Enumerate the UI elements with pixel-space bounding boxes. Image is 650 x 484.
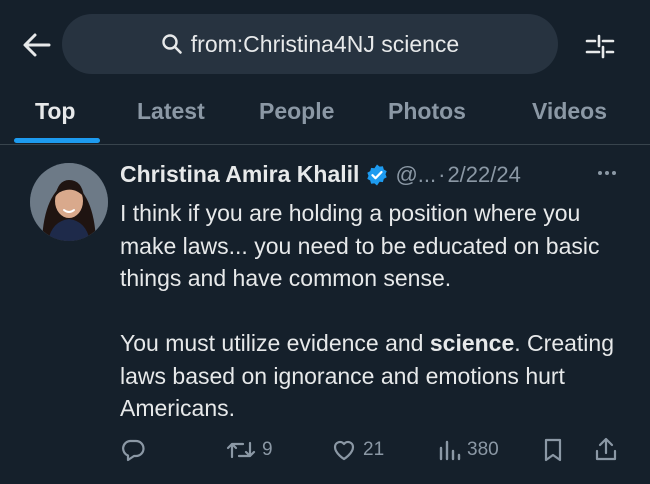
views-icon bbox=[439, 440, 461, 461]
search-term-highlight: science bbox=[429, 330, 515, 356]
active-tab-indicator bbox=[14, 138, 100, 143]
meta-separator: · bbox=[438, 161, 446, 187]
tweet[interactable]: Christina Amira Khalil @... · 2/22/24 I … bbox=[0, 145, 650, 484]
tweet-actions: 9 21 380 bbox=[0, 435, 650, 475]
share-icon bbox=[595, 437, 617, 461]
more-icon bbox=[598, 171, 616, 175]
share-button[interactable] bbox=[594, 435, 618, 465]
retweet-button[interactable]: 9 bbox=[226, 435, 273, 465]
tab-latest[interactable]: Latest bbox=[137, 98, 205, 125]
retweet-count: 9 bbox=[262, 439, 273, 460]
back-button[interactable] bbox=[20, 28, 54, 62]
paragraph-2-start: You must utilize evidence and bbox=[120, 330, 430, 356]
tweet-paragraph-2: You must utilize evidence and science. C… bbox=[120, 327, 630, 425]
tweet-header: Christina Amira Khalil @... · 2/22/24 bbox=[120, 161, 521, 188]
view-count: 380 bbox=[467, 439, 499, 460]
search-query: from:Christina4NJ science bbox=[190, 30, 460, 57]
filter-sliders-icon bbox=[585, 34, 615, 59]
search-tabs: Top Latest People Photos Videos bbox=[0, 88, 650, 145]
back-arrow-icon bbox=[23, 33, 51, 57]
avatar[interactable] bbox=[30, 163, 108, 241]
author-handle[interactable]: @... bbox=[395, 162, 436, 188]
tab-photos[interactable]: Photos bbox=[388, 98, 466, 125]
like-button[interactable]: 21 bbox=[331, 435, 384, 465]
top-bar: from:Christina4NJ science bbox=[0, 0, 650, 88]
tab-videos[interactable]: Videos bbox=[532, 98, 607, 125]
more-options-button[interactable] bbox=[592, 161, 622, 185]
tweet-paragraph-1: I think if you are holding a position wh… bbox=[120, 200, 600, 291]
retweet-icon bbox=[226, 441, 256, 459]
author-name[interactable]: Christina Amira Khalil bbox=[120, 161, 359, 188]
reply-button[interactable] bbox=[120, 435, 146, 465]
tab-people[interactable]: People bbox=[259, 98, 334, 125]
tab-top[interactable]: Top bbox=[35, 98, 75, 125]
profile-photo bbox=[30, 163, 108, 241]
tweet-text: I think if you are holding a position wh… bbox=[120, 197, 630, 425]
tweet-date[interactable]: 2/22/24 bbox=[447, 162, 520, 188]
reply-icon bbox=[122, 439, 145, 462]
bookmark-button[interactable] bbox=[542, 435, 564, 465]
like-count: 21 bbox=[363, 439, 385, 460]
bookmark-icon bbox=[544, 438, 562, 462]
search-input[interactable]: from:Christina4NJ science bbox=[62, 14, 558, 74]
search-filter-button[interactable] bbox=[580, 26, 620, 66]
views-button[interactable]: 380 bbox=[437, 435, 499, 465]
verified-badge-icon bbox=[365, 163, 389, 187]
search-icon bbox=[162, 34, 182, 54]
like-icon bbox=[333, 440, 355, 461]
